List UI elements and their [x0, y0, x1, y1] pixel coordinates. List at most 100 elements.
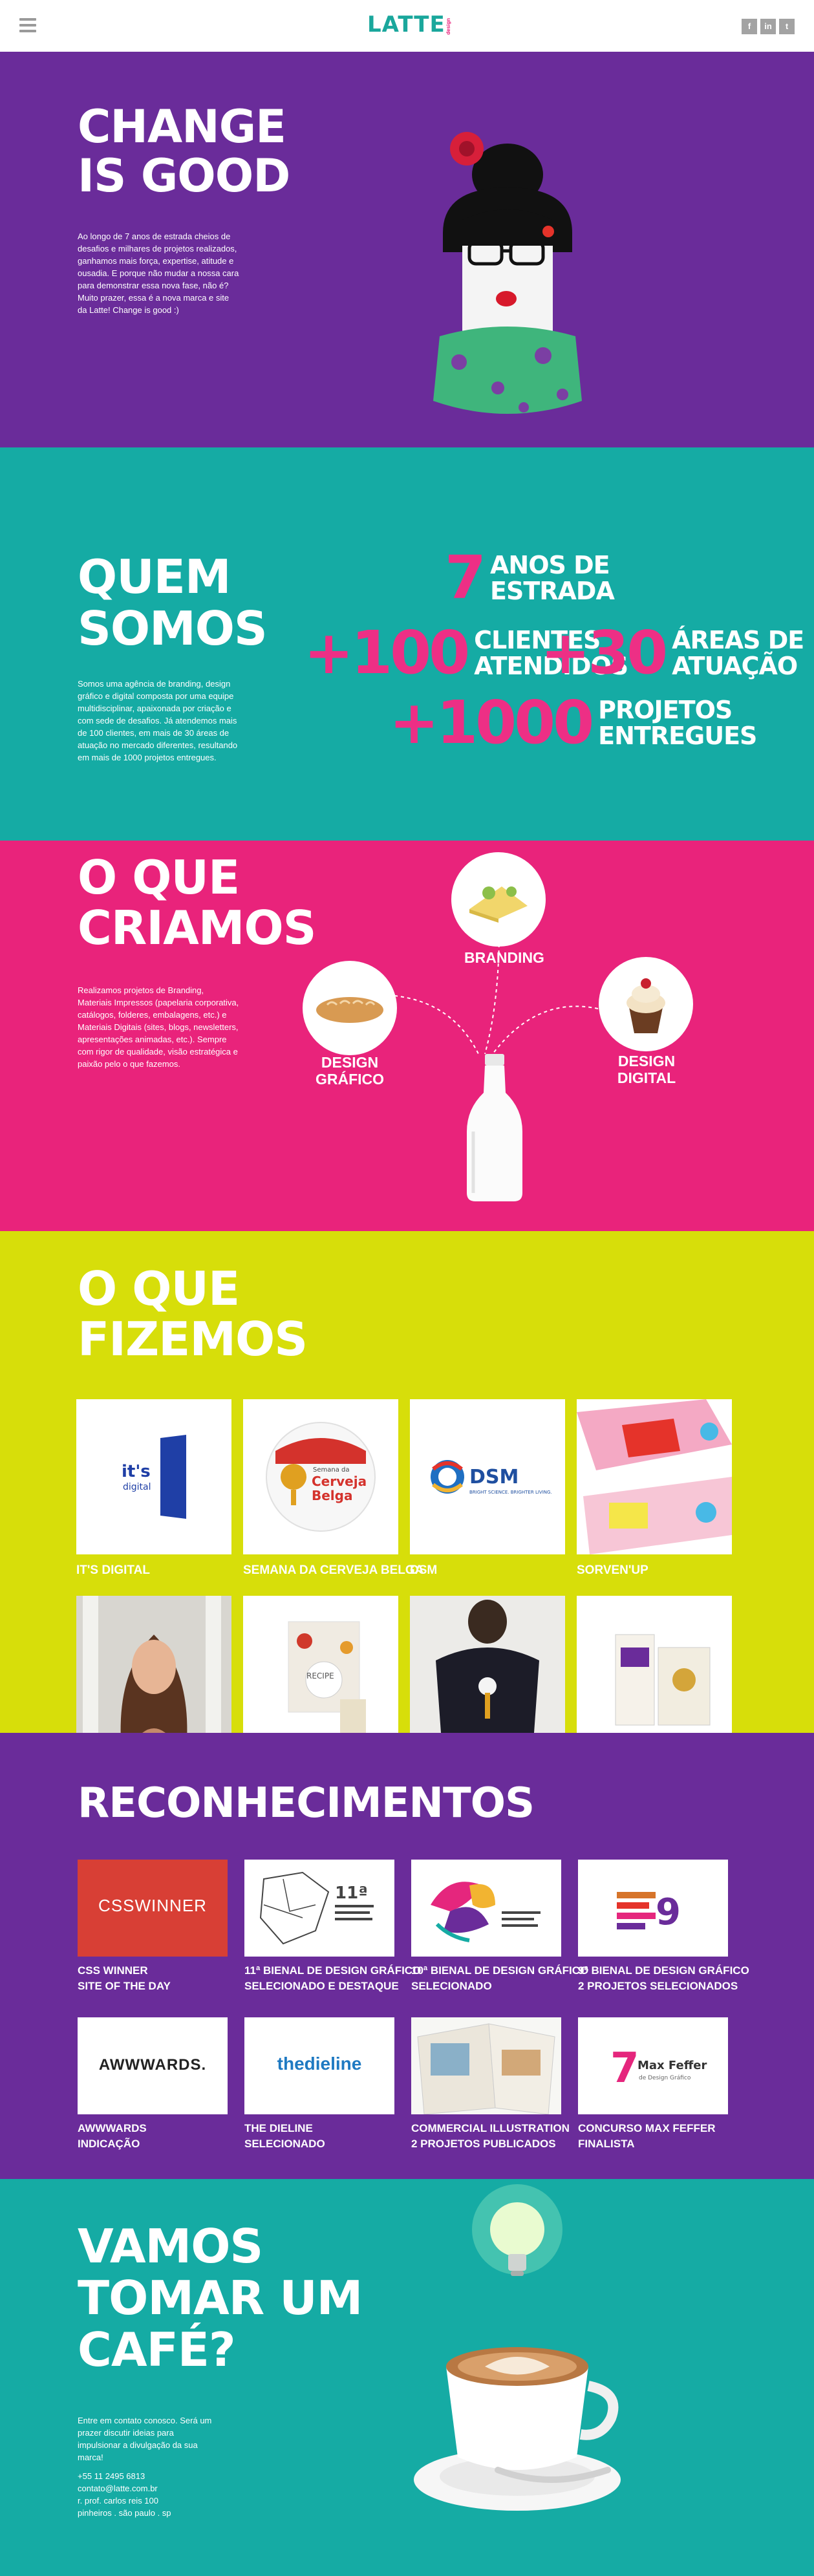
facebook-icon[interactable]: f	[742, 19, 757, 34]
award-label-max-feffer-2: FINALISTA	[578, 2138, 635, 2150]
award-label-css-winner: CSS WINNER SITE OF THE DAY	[78, 1963, 171, 1994]
award-label-bienal-9: 9ª BIENAL DE DESIGN GRÁFICO 2 PROJETOS SE…	[578, 1963, 749, 1994]
hero-title-line2: IS GOOD	[78, 149, 290, 202]
max-feffer-sub-text: de Design Gráfico	[639, 2075, 691, 2081]
dsm-logo: DSM BRIGHT SCIENCE. BRIGHTER LIVING.	[431, 1460, 552, 1495]
award-commercial-illustration[interactable]	[411, 2017, 561, 2114]
design-grafico-label-2: GRÁFICO	[315, 1071, 385, 1088]
stat-years-label-1: ANOS DE	[490, 550, 610, 579]
award-label-dieline-2: SELECIONADO	[244, 2138, 325, 2150]
award-label-commercial-illustration: COMMERCIAL ILLUSTRATION 2 PROJETOS PUBLIC…	[411, 2121, 570, 2152]
its-text: it's	[122, 1462, 151, 1481]
bread-icon	[316, 997, 383, 1023]
latte-logo[interactable]: LATTE design	[367, 12, 451, 40]
contact-address-2: pinheiros . são paulo . sp	[78, 2508, 171, 2518]
stat-areas-number: +30	[541, 618, 668, 687]
award-css-winner[interactable]: CSSWINNER	[78, 1860, 228, 1957]
model-photo	[76, 1596, 231, 1733]
stat-projects-label-1: PROJETOS	[598, 695, 733, 724]
award-label-bienal-11-1: 11ª BIENAL DE DESIGN GRÁFICO	[244, 1964, 422, 1977]
max-feffer-logo: 7 Max Feffer de Design Gráfico	[610, 2045, 707, 2092]
instagram-icon[interactable]: in	[760, 19, 776, 34]
award-label-dieline: THE DIELINE SELECIONADO	[244, 2121, 325, 2152]
awwwards-logo: AWWWARDS.	[98, 2056, 207, 2074]
max-feffer-text: Max Feffer	[637, 2059, 707, 2072]
stat-areas-label-2: ATUAÇÃO	[672, 651, 798, 680]
bienal-9-number: 9	[656, 1891, 681, 1933]
cafe-text: Entre em contato conosco. Será um prazer…	[78, 2416, 212, 2462]
cerveja-belga-logo: Semana da Cerveja Belga	[266, 1422, 376, 1532]
cafe-title-line2: TOMAR UM	[78, 2271, 363, 2325]
lightbulb-icon	[472, 2184, 562, 2276]
cerveja-top-text: Semana da	[313, 1466, 350, 1474]
logo-text: LATTE	[367, 12, 445, 38]
coffee-cup-illustration	[414, 2347, 621, 2511]
contact-info: +55 11 2495 6813 contato@latte.com.br r.…	[78, 2470, 213, 2519]
design-digital-circle[interactable]	[599, 957, 693, 1051]
project-tile-its-digital[interactable]: it's digital	[76, 1399, 231, 1554]
csswinner-logo: CSSWINNER	[98, 1896, 207, 1915]
bienal-10-logo	[431, 1882, 541, 1942]
contact-phone[interactable]: +55 11 2495 6813	[78, 2471, 145, 2481]
bienal-11-number: 11ª	[335, 1884, 368, 1903]
hamburger-menu-icon[interactable]	[19, 18, 36, 32]
fazemos-section: O QUE FIZEMOS it's digital Semana da Cer…	[0, 1231, 814, 1733]
digital-text: digital	[123, 1482, 151, 1492]
recipe-book-photo: RECIPE	[243, 1596, 398, 1733]
award-label-commercial-illustration-2: 2 PROJETOS PUBLICADOS	[411, 2138, 556, 2150]
its-digital-logo: it's digital	[122, 1435, 186, 1519]
hero-section: CHANGE IS GOOD Ao longo de 7 anos de est…	[0, 52, 814, 447]
award-max-feffer[interactable]: 7 Max Feffer de Design Gráfico	[578, 2017, 728, 2114]
social-links: f in t	[742, 19, 795, 34]
commercial-illustration-book	[411, 2017, 561, 2114]
quem-title: QUEM SOMOS	[78, 550, 268, 654]
project-tile-packaging[interactable]	[577, 1596, 732, 1733]
branding-circle[interactable]	[451, 852, 546, 947]
reconhecimentos-section: RECONHECIMENTOS CSSWINNER 11ª 9 CSS WINN…	[0, 1733, 814, 2179]
packaging-photo	[577, 1596, 732, 1733]
stat-years-label: ANOS DE ESTRADA	[490, 550, 615, 604]
design-grafico-circle[interactable]	[303, 961, 397, 1055]
award-dieline[interactable]: thedieline	[244, 2017, 394, 2114]
project-tile-model[interactable]	[76, 1596, 231, 1733]
bienal-11-logo: 11ª	[259, 1871, 374, 1945]
award-label-awwwards: AWWWARDS INDICAÇÃO	[78, 2121, 147, 2152]
design-grafico-label: DESIGN GRÁFICO	[304, 1054, 396, 1088]
cafe-title-line1: VAMOS	[78, 2219, 263, 2273]
cafe-title-line3: CAFÉ?	[78, 2323, 236, 2377]
recon-title: RECONHECIMENTOS	[78, 1779, 535, 1827]
hero-title: CHANGE IS GOOD	[78, 102, 290, 200]
contact-email[interactable]: contato@latte.com.br	[78, 2484, 158, 2493]
criamos-text: Realizamos projetos de Branding, Materia…	[78, 985, 239, 1069]
award-bienal-11[interactable]: 11ª	[244, 1860, 394, 1957]
project-label-dsm: DSM	[410, 1563, 438, 1577]
project-tile-cerveja-belga[interactable]: Semana da Cerveja Belga	[243, 1399, 398, 1554]
stat-clients-number: +100	[304, 618, 470, 687]
fazemos-title-line2: FIZEMOS	[78, 1312, 308, 1366]
project-tile-tshirt[interactable]	[410, 1596, 565, 1733]
quem-title-line1: QUEM	[78, 550, 231, 604]
twitter-icon[interactable]: t	[779, 19, 795, 34]
project-tile-recipe-book[interactable]: RECIPE	[243, 1596, 398, 1733]
award-label-max-feffer-1: CONCURSO MAX FEFFER	[578, 2122, 716, 2134]
branding-label: BRANDING	[464, 949, 544, 966]
dieline-logo: thedieline	[277, 2054, 362, 2074]
fazemos-title: O QUE FIZEMOS	[78, 1263, 308, 1366]
award-label-bienal-10-2: SELECIONADO	[411, 1980, 492, 1992]
project-tile-sorvenup[interactable]	[577, 1399, 732, 1554]
project-tile-dsm[interactable]: DSM BRIGHT SCIENCE. BRIGHTER LIVING.	[410, 1399, 565, 1554]
cerveja-mid-text: Cerveja	[312, 1474, 367, 1489]
logo-subtext: design	[445, 18, 451, 35]
award-label-bienal-10: 10ª BIENAL DE DESIGN GRÁFICO SELECIONADO	[411, 1963, 588, 1994]
award-label-bienal-10-1: 10ª BIENAL DE DESIGN GRÁFICO	[411, 1964, 589, 1977]
project-label-sorvenup: SORVEN'UP	[577, 1563, 648, 1577]
award-label-awwwards-2: INDICAÇÃO	[78, 2138, 140, 2150]
award-label-bienal-9-2: 2 PROJETOS SELECIONADOS	[578, 1980, 738, 1992]
hero-text: Ao longo de 7 anos de estrada cheios de …	[78, 231, 239, 315]
award-label-commercial-illustration-1: COMMERCIAL ILLUSTRATION	[411, 2122, 570, 2134]
award-label-bienal-11-2: SELECIONADO E DESTAQUE	[244, 1980, 399, 1992]
award-bienal-10[interactable]	[411, 1860, 561, 1957]
award-awwwards[interactable]: AWWWARDS.	[78, 2017, 228, 2114]
stat-areas: +30 ÁREAS DE ATUAÇÃO	[541, 618, 804, 687]
award-bienal-9[interactable]: 9	[578, 1860, 728, 1957]
